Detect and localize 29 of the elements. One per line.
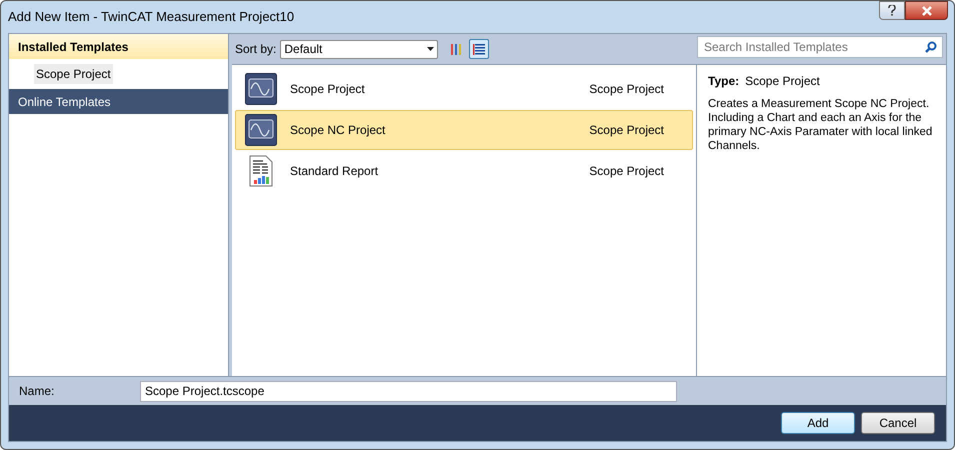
category-header[interactable]: Installed Templates [9,34,228,59]
close-button[interactable] [905,1,948,20]
list-icon [472,42,486,56]
report-document-icon [249,155,273,187]
columns-icon [450,42,463,56]
sort-label: Sort by: [235,41,276,58]
dialog-button[interactable]: Cancel [861,412,935,434]
template-row[interactable]: Standard Report Scope Project [235,151,693,191]
dropdown-arrow-icon [427,47,434,51]
help-icon [888,5,896,16]
sort-dropdown[interactable]: Default [280,40,438,58]
search-field[interactable]: Search Installed Templates [697,36,943,58]
close-icon [920,6,932,16]
search-icon [925,41,937,53]
category-item[interactable]: Scope Project [34,64,113,84]
oscilloscope-icon [245,114,277,146]
help-button[interactable] [879,1,905,20]
type-label: Type: [708,73,740,90]
dialog-button[interactable]: Add [781,412,855,434]
window-title: Add New Item - TwinCAT Measurement Project10 [8,8,294,26]
category-header[interactable]: Online Templates [9,89,228,114]
name-field[interactable]: Scope Project.tcscope [140,380,677,402]
type-value: Scope Project [745,73,820,90]
template-row[interactable]: Scope NC Project Scope Project [235,110,693,150]
oscilloscope-icon [245,73,277,105]
name-label: Name: [19,383,56,400]
template-description: Creates a Measurement Scope NC Project. Including a Chart and each an Axis for the primary NC-Axis Paramater with local linked Channels. [708,97,934,153]
list-view-button[interactable] [469,39,490,59]
template-row[interactable]: Scope Project Scope Project [235,69,693,109]
